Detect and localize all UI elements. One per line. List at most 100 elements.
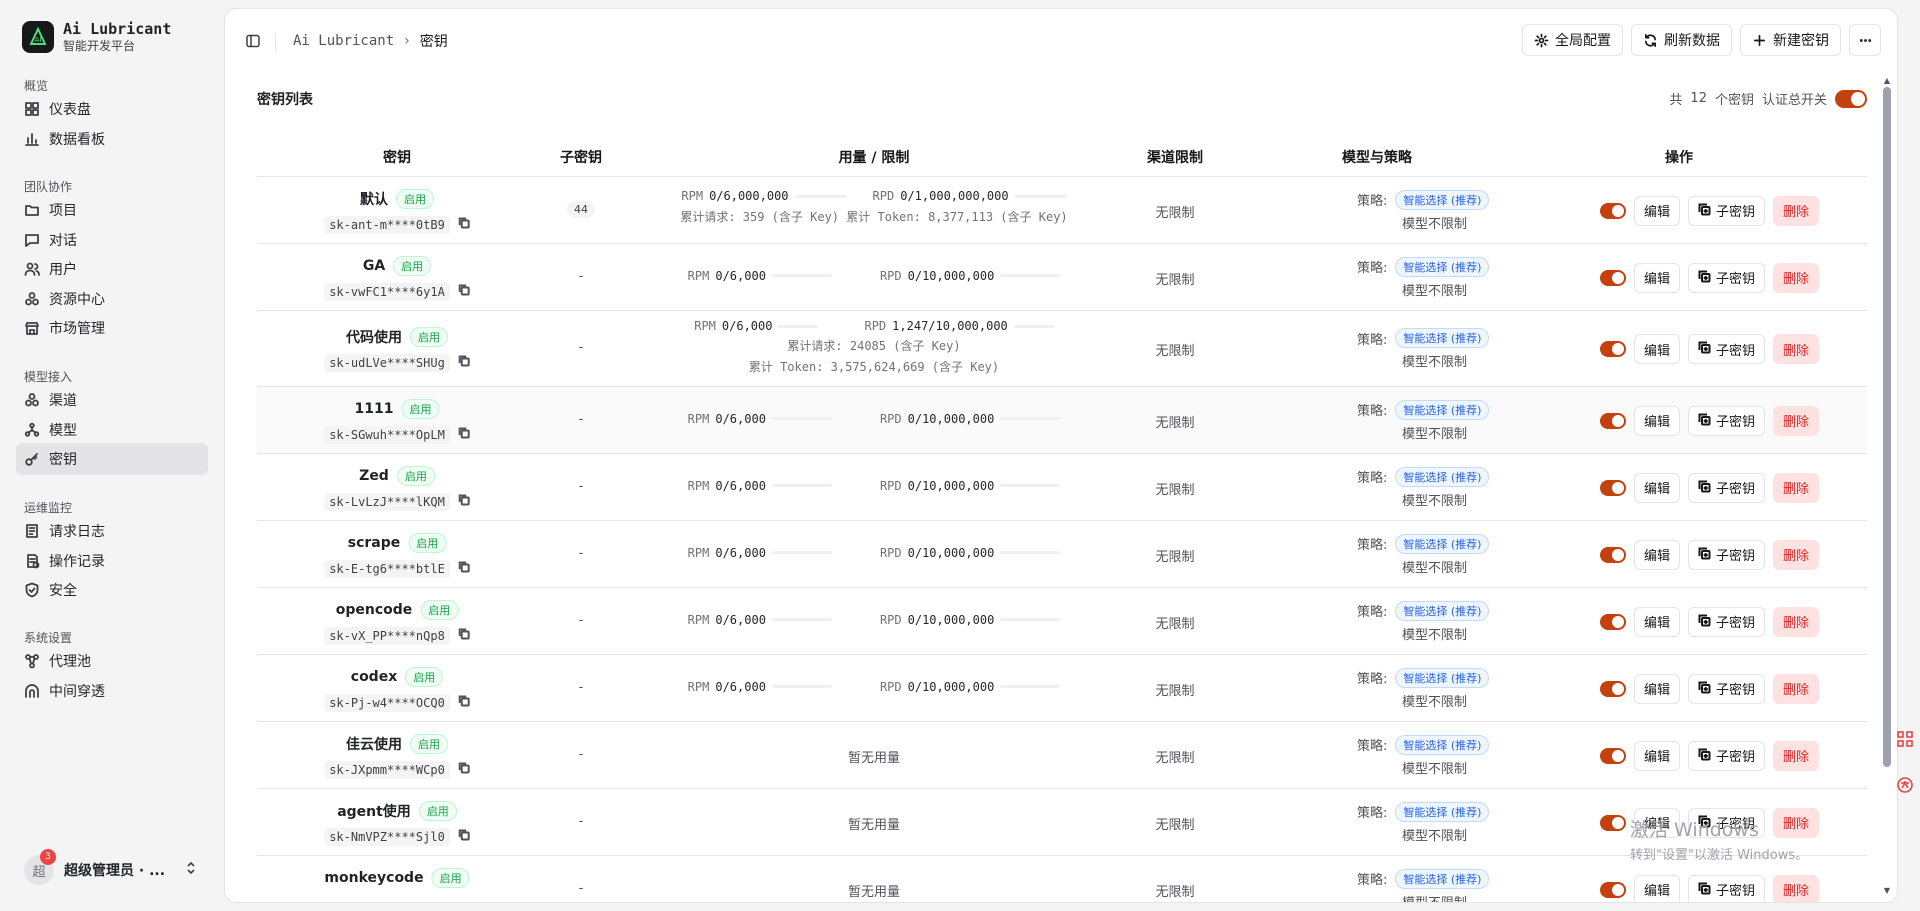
sidebar-item-proxy[interactable]: 代理池 — [16, 645, 208, 677]
copy-icon[interactable] — [458, 628, 470, 644]
delete-button[interactable]: 删除 — [1773, 539, 1820, 570]
rpd-meter-label: RPD — [879, 545, 902, 560]
key-enable-toggle[interactable] — [1600, 747, 1626, 764]
key-enable-toggle[interactable] — [1600, 202, 1626, 219]
sub-key-button[interactable]: 子密钥 — [1688, 606, 1766, 637]
strategy-line: 策略: 智能选择 (推荐) — [1357, 466, 1490, 487]
delete-button[interactable]: 删除 — [1773, 334, 1820, 364]
sub-key-button[interactable]: 子密钥 — [1688, 539, 1766, 570]
sidebar-item-shield[interactable]: 安全 — [16, 574, 208, 606]
copy-icon[interactable] — [458, 494, 470, 510]
more-button[interactable] — [1849, 24, 1881, 56]
grid-widget-icon[interactable] — [1892, 726, 1918, 752]
user-menu[interactable]: 超 3 超级管理员 · ... — [16, 849, 208, 890]
key-mask: sk-LvLzJ****lKQM — [324, 492, 450, 511]
edit-button[interactable]: 编辑 — [1634, 606, 1681, 637]
scroll-down-icon[interactable]: ▼ — [1883, 887, 1891, 895]
edit-button[interactable]: 编辑 — [1634, 740, 1681, 771]
copy-icon[interactable] — [458, 217, 470, 233]
copy-icon[interactable] — [458, 284, 470, 300]
key-enable-toggle[interactable] — [1600, 881, 1626, 898]
delete-button[interactable]: 删除 — [1773, 874, 1820, 902]
key-enable-toggle[interactable] — [1600, 341, 1626, 357]
sub-key-empty: - — [578, 813, 584, 829]
rpm-meter-bar — [771, 618, 832, 621]
key-enable-toggle[interactable] — [1600, 680, 1626, 697]
edit-button[interactable]: 编辑 — [1634, 195, 1681, 226]
sub-key-button[interactable]: 子密钥 — [1688, 334, 1766, 364]
key-enable-toggle[interactable] — [1600, 412, 1626, 429]
sidebar-item-log[interactable]: 请求日志 — [16, 515, 208, 547]
edit-button[interactable]: 编辑 — [1634, 262, 1681, 293]
sidebar-item-chat[interactable]: 对话 — [16, 224, 208, 256]
sub-key-button[interactable]: 子密钥 — [1688, 405, 1766, 436]
sub-key-button[interactable]: 子密钥 — [1688, 195, 1766, 226]
edit-button[interactable]: 编辑 — [1634, 472, 1681, 503]
key-mask-cell: sk-udLVe****SHUg — [324, 354, 470, 372]
copy-icon[interactable] — [458, 561, 470, 577]
copy-icon[interactable] — [458, 695, 470, 711]
delete-button[interactable]: 删除 — [1773, 740, 1820, 771]
sub-key-button[interactable]: 子密钥 — [1688, 262, 1766, 293]
sidebar-item-folder[interactable]: 项目 — [16, 194, 208, 226]
sidebar-item-network[interactable]: 模型 — [16, 414, 208, 446]
copy-icon[interactable] — [458, 762, 470, 778]
brand[interactable]: AI Ai Lubricant 智能开发平台 — [22, 20, 171, 54]
copy-icon[interactable] — [458, 427, 470, 443]
scrollbar-thumb[interactable] — [1883, 87, 1891, 767]
edit-button[interactable]: 编辑 — [1634, 405, 1681, 436]
delete-button[interactable]: 删除 — [1773, 472, 1820, 503]
col-ops: 操作 — [1665, 150, 1693, 166]
sub-key-count[interactable]: 44 — [567, 200, 595, 218]
sidebar-item-bar-chart[interactable]: 数据看板 — [16, 123, 208, 155]
copy-icon[interactable] — [458, 829, 470, 845]
edit-button[interactable]: 编辑 — [1634, 334, 1681, 364]
edit-button[interactable]: 编辑 — [1634, 673, 1681, 704]
sub-key-button[interactable]: 子密钥 — [1688, 740, 1766, 771]
scrollbar[interactable]: ▲ ▼ — [1883, 77, 1891, 897]
edit-button[interactable]: 编辑 — [1634, 874, 1681, 902]
copy-icon[interactable] — [458, 355, 470, 371]
breadcrumb-root[interactable]: Ai Lubricant — [293, 33, 394, 49]
key-enable-toggle[interactable] — [1600, 546, 1626, 563]
sidebar-item-boxes[interactable]: 渠道 — [16, 384, 208, 416]
key-enable-toggle[interactable] — [1600, 814, 1626, 831]
sidebar-item-record[interactable]: 操作记录 — [16, 545, 208, 577]
scroll-up-icon[interactable]: ▲ — [1883, 77, 1891, 85]
key-enable-toggle[interactable] — [1600, 479, 1626, 496]
auth-master-toggle[interactable] — [1835, 89, 1867, 108]
delete-button[interactable]: 删除 — [1773, 606, 1820, 637]
sidebar-item-key[interactable]: 密钥 — [16, 443, 208, 475]
key-enable-toggle[interactable] — [1600, 269, 1626, 286]
delete-button[interactable]: 删除 — [1773, 405, 1820, 436]
sub-key-empty: - — [578, 746, 584, 762]
key-mask-cell: sk-SGwuh****OpLM — [324, 425, 470, 444]
col-sub-key: 子密钥 — [560, 150, 602, 166]
sidebar-item-users[interactable]: 用户 — [16, 253, 208, 285]
sidebar-item-boxes[interactable]: 资源中心 — [16, 283, 208, 315]
key-enable-toggle[interactable] — [1600, 613, 1626, 630]
sub-key-button[interactable]: 子密钥 — [1688, 874, 1766, 902]
strategy-badge: 智能选择 (推荐) — [1395, 868, 1490, 889]
status-badge: 启用 — [405, 666, 444, 687]
global-config-button[interactable]: 全局配置 — [1522, 24, 1623, 56]
sidebar-toggle-icon[interactable] — [245, 33, 263, 51]
edit-button[interactable]: 编辑 — [1634, 539, 1681, 570]
sub-key-button[interactable]: 子密钥 — [1688, 673, 1766, 704]
translate-widget-icon[interactable] — [1892, 772, 1918, 798]
sidebar-item-store[interactable]: 市场管理 — [16, 312, 208, 344]
delete-button[interactable]: 删除 — [1773, 262, 1820, 293]
rpm-meter-bar — [771, 484, 832, 487]
strategy-line: 策略: 智能选择 (推荐) — [1357, 667, 1490, 688]
sidebar-item-tunnel[interactable]: 中间穿透 — [16, 675, 208, 707]
new-key-button[interactable]: 新建密钥 — [1740, 24, 1841, 56]
model-strategy-cell: 策略: 智能选择 (推荐) 模型不限制 — [1357, 868, 1490, 902]
delete-button[interactable]: 删除 — [1773, 673, 1820, 704]
key-name: monkeycode — [324, 869, 424, 886]
delete-button[interactable]: 删除 — [1773, 195, 1820, 226]
sidebar-item-dashboard[interactable]: 仪表盘 — [16, 93, 208, 125]
rpm-meter-value: 0/6,000 — [721, 319, 773, 333]
sub-key-button[interactable]: 子密钥 — [1688, 472, 1766, 503]
status-badge: 启用 — [418, 800, 457, 821]
refresh-button[interactable]: 刷新数据 — [1631, 24, 1732, 56]
